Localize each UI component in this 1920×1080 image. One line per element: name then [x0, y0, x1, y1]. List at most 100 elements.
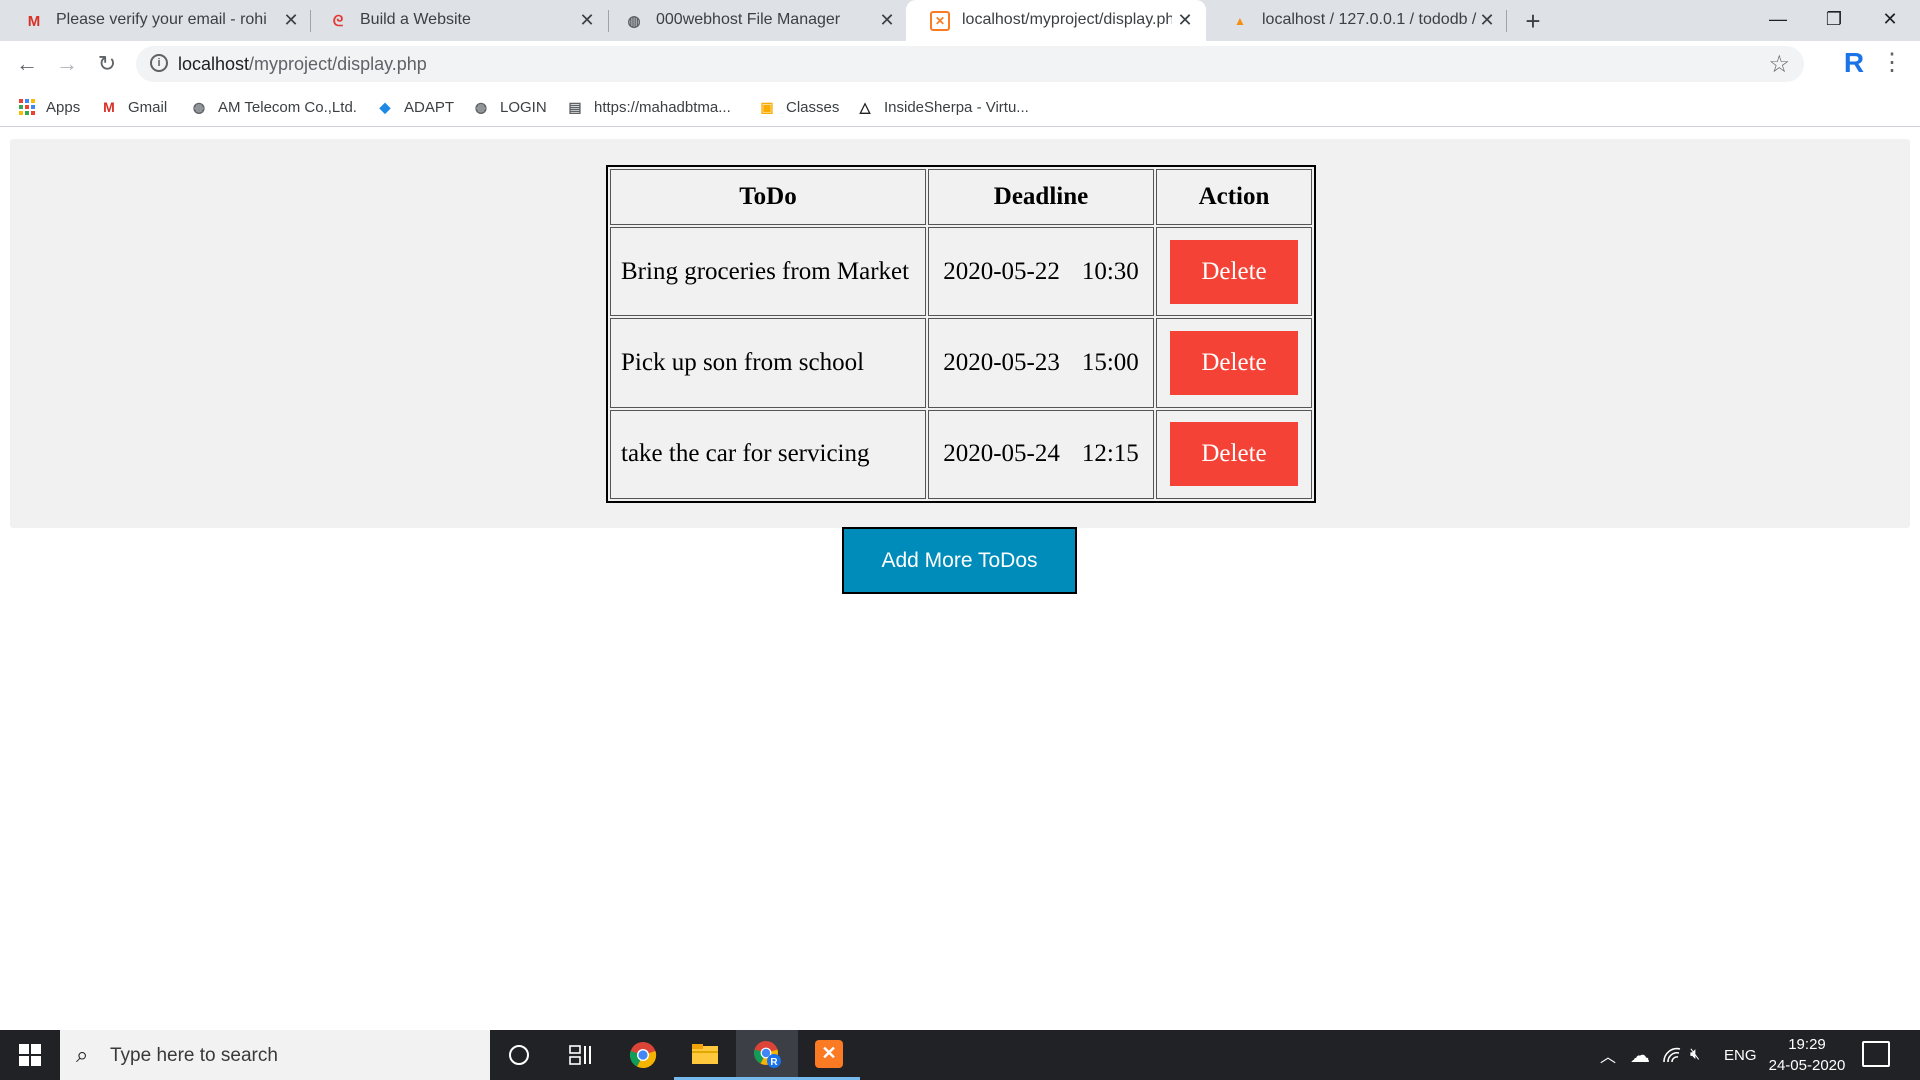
restore-button[interactable]: ❐: [1806, 0, 1862, 41]
url-path: /myproject/display.php: [249, 54, 427, 74]
table-row: take the car for servicing 2020-05-24 12:…: [610, 409, 1312, 499]
tab-separator: [1506, 10, 1507, 32]
deadline-date: 2020-05-24: [943, 440, 1060, 468]
table-header-row: ToDo Deadline Action: [610, 169, 1312, 225]
close-tab-icon[interactable]: ✕: [1476, 9, 1498, 31]
start-button[interactable]: [0, 1030, 60, 1080]
tab-file-manager[interactable]: ◍ 000webhost File Manager ✕: [600, 0, 902, 41]
clock-time: 19:29: [1788, 1036, 1826, 1053]
wifi-icon[interactable]: [1662, 1030, 1682, 1080]
bookmark-label: Apps: [46, 98, 81, 116]
close-tab-icon[interactable]: ✕: [876, 9, 898, 31]
deadline-cell: 2020-05-22 10:30: [928, 227, 1154, 317]
header-deadline: Deadline: [928, 169, 1154, 225]
action-cell: Delete: [1156, 227, 1312, 317]
bookmark-label: https://mahadbtma...: [594, 98, 731, 116]
bookmark-label: AM Telecom Co.,Ltd.: [218, 98, 357, 116]
deadline-date: 2020-05-22: [943, 257, 1060, 285]
bookmark-label: ADAPT: [404, 98, 455, 116]
bookmarks-bar: Apps M Gmail ◍ AM Telecom Co.,Ltd. ◆ ADA…: [0, 87, 1920, 127]
profile-avatar[interactable]: R: [1840, 48, 1868, 78]
site-info-icon[interactable]: i: [150, 54, 168, 72]
onedrive-icon[interactable]: ☁: [1630, 1030, 1650, 1080]
tab-build-website[interactable]: ᘓ Build a Website ✕: [304, 0, 604, 41]
address-url[interactable]: localhost/myproject/display.php: [178, 54, 427, 75]
file-explorer-icon[interactable]: [674, 1030, 736, 1080]
tab-title: Please verify your email - rohit.tp: [56, 11, 266, 28]
bookmark-adapt[interactable]: ◆ ADAPT: [376, 95, 454, 119]
close-tab-icon[interactable]: ✕: [280, 9, 302, 31]
bookmark-label: LOGIN: [500, 98, 547, 116]
windows-taskbar: ⌕ Type here to search R ✕ ︿ ☁ 🔇︎ ENG 19:…: [0, 1030, 1920, 1080]
svg-text:R: R: [770, 1057, 778, 1068]
xampp-taskbar-icon[interactable]: ✕: [798, 1030, 860, 1080]
deadline-cell: 2020-05-24 12:15: [928, 409, 1154, 499]
action-cell: Delete: [1156, 409, 1312, 499]
windows-logo-icon: [19, 1044, 41, 1066]
cortana-icon[interactable]: [488, 1030, 550, 1080]
browser-toolbar: ← → ↻ i localhost/myproject/display.php …: [0, 41, 1920, 87]
deadline-time: 15:00: [1081, 348, 1139, 376]
bookmark-label: Gmail: [128, 98, 168, 116]
url-host: localhost: [178, 54, 250, 74]
tab-phpmyadmin[interactable]: ▲ localhost / 127.0.0.1 / tododb / to ✕: [1206, 0, 1506, 41]
header-todo: ToDo: [610, 169, 926, 225]
tab-strip: M Please verify your email - rohit.tp ✕ …: [0, 0, 1920, 41]
bookmark-mahadbt[interactable]: ▤ https://mahadbtma...: [566, 95, 731, 119]
address-bar[interactable]: i localhost/myproject/display.php ☆: [136, 46, 1804, 82]
bookmark-label: InsideSherpa - Virtu...: [884, 98, 1029, 116]
header-action: Action: [1156, 169, 1312, 225]
new-tab-button[interactable]: +: [1518, 6, 1548, 36]
delete-button[interactable]: Delete: [1170, 239, 1298, 304]
tab-title: localhost / 127.0.0.1 / tododb / to: [1262, 11, 1478, 28]
tab-title: localhost/myproject/display.php: [962, 11, 1172, 28]
deadline-date: 2020-05-23: [943, 348, 1060, 376]
bookmark-apps[interactable]: Apps: [18, 95, 80, 119]
close-window-button[interactable]: ✕: [1862, 0, 1918, 41]
language-indicator[interactable]: ENG: [1724, 1030, 1757, 1080]
clock-date: 24-05-2020: [1768, 1057, 1846, 1074]
close-tab-icon[interactable]: ✕: [576, 9, 598, 31]
task-view-icon[interactable]: [550, 1030, 612, 1080]
tab-display-php[interactable]: ✕ localhost/myproject/display.php ✕: [906, 0, 1206, 41]
bookmark-gmail[interactable]: M Gmail: [100, 95, 167, 119]
insidesherpa-icon: △: [859, 98, 871, 115]
reload-button[interactable]: ↻: [92, 49, 122, 79]
todo-table: ToDo Deadline Action Bring groceries fro…: [606, 165, 1316, 503]
show-hidden-icons[interactable]: ︿: [1600, 1030, 1616, 1080]
classes-icon: ▣: [760, 98, 774, 115]
taskbar-search-box[interactable]: ⌕ Type here to search: [60, 1030, 490, 1080]
bookmark-insidesherpa[interactable]: △ InsideSherpa - Virtu...: [856, 95, 1029, 119]
minimize-button[interactable]: —: [1750, 0, 1806, 41]
bookmark-am-telecom[interactable]: ◍ AM Telecom Co.,Ltd.: [190, 95, 357, 119]
notification-center-icon[interactable]: [1862, 1041, 1890, 1067]
delete-button[interactable]: Delete: [1170, 330, 1298, 395]
gmail-icon: M: [27, 12, 41, 30]
chrome-icon[interactable]: [612, 1030, 674, 1080]
bookmark-classes[interactable]: ▣ Classes: [758, 95, 839, 119]
gmail-icon: M: [103, 99, 115, 115]
volume-muted-icon[interactable]: 🔇︎: [1690, 1030, 1700, 1080]
todo-text: Pick up son from school: [610, 318, 926, 408]
tab-title: 000webhost File Manager: [656, 11, 841, 28]
table-row: Bring groceries from Market 2020-05-22 10…: [610, 227, 1312, 317]
adapt-icon: ◆: [379, 98, 391, 115]
bookmark-login[interactable]: ◍ LOGIN: [472, 95, 547, 119]
deadline-time: 12:15: [1081, 440, 1139, 468]
todo-text: take the car for servicing: [610, 409, 926, 499]
taskbar-clock[interactable]: 19:29 24-05-2020: [1762, 1034, 1852, 1076]
back-button[interactable]: ←: [12, 49, 42, 79]
browser-menu-icon[interactable]: ⋮: [1880, 48, 1904, 78]
bookmark-star-icon[interactable]: ☆: [1768, 50, 1790, 79]
tab-gmail[interactable]: M Please verify your email - rohit.tp ✕: [0, 0, 304, 41]
action-cell: Delete: [1156, 318, 1312, 408]
phpmyadmin-icon: ▲: [1234, 14, 1246, 28]
xampp-icon: ✕: [930, 11, 950, 31]
forward-button[interactable]: →: [52, 49, 82, 79]
chrome-profile-icon[interactable]: R: [736, 1030, 798, 1080]
add-more-todos-button[interactable]: Add More ToDos: [842, 527, 1077, 594]
delete-button[interactable]: Delete: [1170, 422, 1298, 487]
globe-icon: ◍: [627, 13, 641, 30]
close-tab-icon[interactable]: ✕: [1174, 9, 1196, 31]
search-icon: ⌕: [76, 1042, 89, 1067]
